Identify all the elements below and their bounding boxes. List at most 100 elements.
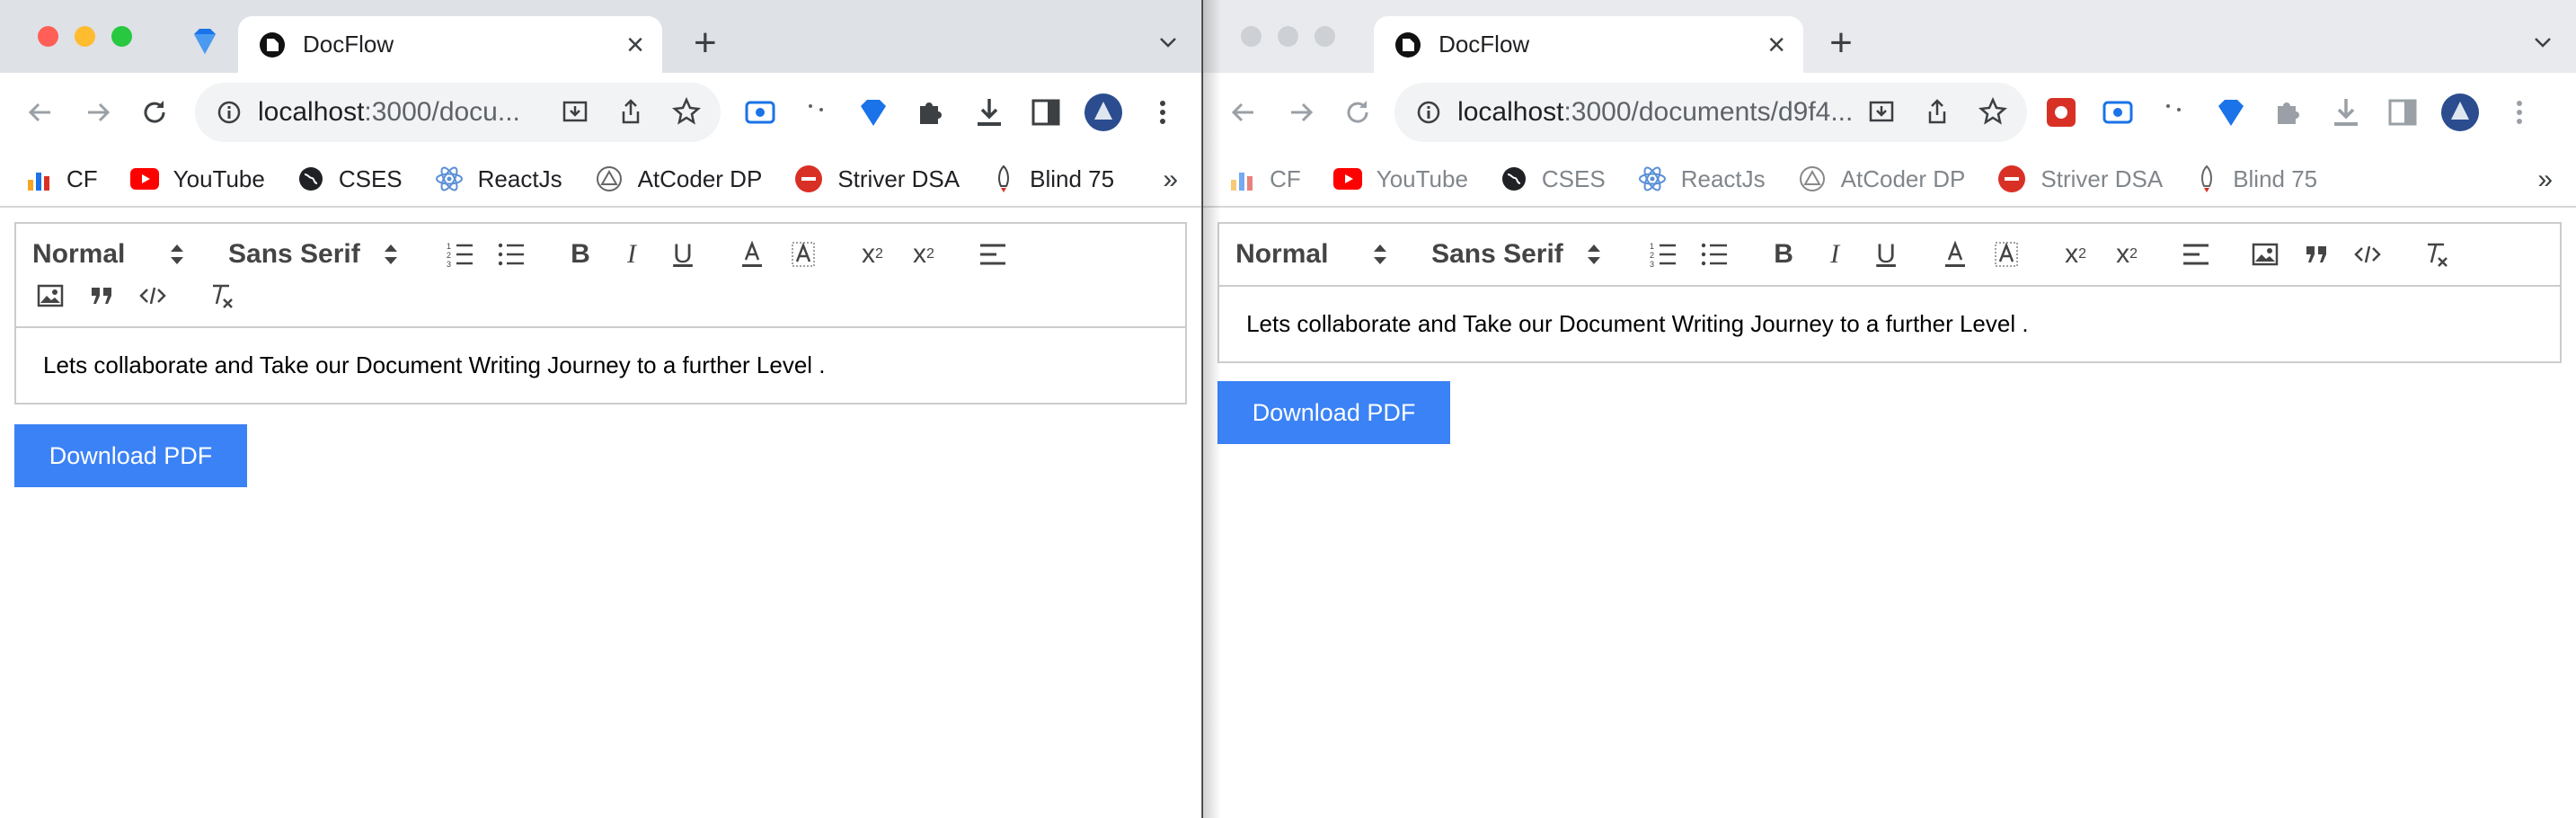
editor-content[interactable]: Lets collaborate and Take our Document W… xyxy=(16,328,1185,403)
profile-avatar[interactable] xyxy=(2440,93,2480,132)
superscript-button[interactable]: x2 xyxy=(2109,236,2145,272)
subscript-button[interactable]: x2 xyxy=(2058,236,2094,272)
bookmark-youtube[interactable]: YouTube xyxy=(1332,165,1468,193)
forward-arrow-icon[interactable] xyxy=(1284,95,1318,129)
tab-search-chevron-icon[interactable] xyxy=(1158,32,1178,52)
clear-formatting-icon[interactable] xyxy=(2419,236,2455,272)
ordered-list-icon[interactable]: 123 xyxy=(442,236,478,272)
text-color-icon[interactable] xyxy=(734,236,770,272)
bookmark-striver-dsa[interactable]: Striver DSA xyxy=(794,164,960,193)
diamond-extension-icon[interactable] xyxy=(2214,95,2248,129)
bookmark-cses[interactable]: CSES xyxy=(297,165,403,193)
ordered-list-icon[interactable]: 123 xyxy=(1645,236,1681,272)
address-bar[interactable]: localhost:3000/docu... xyxy=(195,83,721,142)
extensions-puzzle-icon[interactable] xyxy=(913,95,947,129)
profile-avatar[interactable] xyxy=(1084,93,1123,132)
minimize-window-button[interactable] xyxy=(75,26,95,47)
side-panel-icon[interactable] xyxy=(2386,95,2420,129)
bookmark-blind-75[interactable]: Blind 75 xyxy=(2195,164,2317,193)
editor-content[interactable]: Lets collaborate and Take our Document W… xyxy=(1219,287,2560,361)
downloads-icon[interactable] xyxy=(2329,95,2363,129)
diamond-extension-icon[interactable] xyxy=(856,95,890,129)
align-left-icon[interactable] xyxy=(2178,236,2214,272)
image-icon[interactable] xyxy=(32,278,68,314)
bookmark-blind-75[interactable]: Blind 75 xyxy=(992,164,1114,193)
screen-record-extension-icon[interactable] xyxy=(2101,95,2135,129)
reload-icon[interactable] xyxy=(1341,95,1375,129)
bookmark-atcoder-dp[interactable]: AtCoder DP xyxy=(1798,164,1965,193)
bookmark-cf[interactable]: CF xyxy=(1228,165,1301,193)
blockquote-icon[interactable] xyxy=(2298,236,2334,272)
bookmark-cf[interactable]: CF xyxy=(25,165,98,193)
back-arrow-icon[interactable] xyxy=(1226,95,1261,129)
maximize-window-button[interactable] xyxy=(1315,26,1336,47)
close-window-button[interactable] xyxy=(38,26,58,47)
tab-search-chevron-icon[interactable] xyxy=(2533,32,2553,52)
text-color-icon[interactable] xyxy=(1937,236,1973,272)
code-block-icon[interactable] xyxy=(2350,236,2386,272)
bold-button[interactable]: B xyxy=(562,236,598,272)
new-tab-button[interactable]: + xyxy=(1829,23,1853,63)
download-pdf-button[interactable]: Download PDF xyxy=(14,424,247,487)
diamond-icon[interactable] xyxy=(189,25,221,58)
menu-kebab-icon[interactable] xyxy=(1146,95,1180,129)
header-picker[interactable]: Normal xyxy=(32,239,183,270)
bold-button[interactable]: B xyxy=(1766,236,1801,272)
more-bookmarks-icon[interactable]: » xyxy=(2537,164,2553,195)
install-app-icon[interactable] xyxy=(1867,97,1896,126)
menu-kebab-icon[interactable] xyxy=(2502,95,2536,129)
blockquote-icon[interactable] xyxy=(84,278,120,314)
bullet-list-icon[interactable] xyxy=(1696,236,1732,272)
bookmark-atcoder-dp[interactable]: AtCoder DP xyxy=(595,164,762,193)
tab-docflow[interactable]: DocFlow × xyxy=(238,16,662,73)
bookmark-cses[interactable]: CSES xyxy=(1500,165,1606,193)
download-pdf-button[interactable]: Download PDF xyxy=(1217,381,1451,444)
font-picker[interactable]: Sans Serif xyxy=(228,239,397,270)
site-info-icon[interactable] xyxy=(1416,100,1441,125)
image-icon[interactable] xyxy=(2247,236,2283,272)
background-color-icon[interactable] xyxy=(1988,236,2024,272)
extensions-puzzle-icon[interactable] xyxy=(2271,95,2305,129)
bullet-list-icon[interactable] xyxy=(493,236,529,272)
dots-extension-icon[interactable] xyxy=(800,95,834,129)
install-app-icon[interactable] xyxy=(561,97,589,126)
italic-button[interactable]: I xyxy=(1817,236,1853,272)
code-block-icon[interactable] xyxy=(135,278,171,314)
bookmark-star-icon[interactable] xyxy=(1978,97,2008,126)
bookmark-star-icon[interactable] xyxy=(672,97,701,126)
underline-button[interactable]: U xyxy=(665,236,701,272)
share-icon[interactable] xyxy=(616,97,645,126)
bookmark-reactjs[interactable]: ReactJs xyxy=(1638,164,1766,193)
clear-formatting-icon[interactable] xyxy=(204,278,240,314)
italic-button[interactable]: I xyxy=(614,236,650,272)
maximize-window-button[interactable] xyxy=(111,26,132,47)
minimize-window-button[interactable] xyxy=(1278,26,1299,47)
background-color-icon[interactable] xyxy=(785,236,821,272)
header-picker[interactable]: Normal xyxy=(1235,239,1387,270)
align-left-icon[interactable] xyxy=(975,236,1011,272)
screen-record-extension-icon[interactable] xyxy=(743,95,777,129)
close-window-button[interactable] xyxy=(1241,26,1262,47)
mindmap-extension-icon[interactable] xyxy=(2044,95,2078,129)
superscript-button[interactable]: x2 xyxy=(906,236,942,272)
dots-extension-icon[interactable] xyxy=(2157,95,2191,129)
font-picker[interactable]: Sans Serif xyxy=(1431,239,1601,270)
bookmark-reactjs[interactable]: ReactJs xyxy=(435,164,562,193)
more-bookmarks-icon[interactable]: » xyxy=(1163,164,1178,195)
side-panel-icon[interactable] xyxy=(1029,95,1063,129)
underline-button[interactable]: U xyxy=(1868,236,1904,272)
address-bar[interactable]: localhost:3000/documents/d9f4... xyxy=(1394,83,2028,142)
forward-arrow-icon[interactable] xyxy=(81,95,115,129)
site-info-icon[interactable] xyxy=(217,100,242,125)
new-tab-button[interactable]: + xyxy=(694,23,717,63)
subscript-button[interactable]: x2 xyxy=(854,236,890,272)
back-arrow-icon[interactable] xyxy=(23,95,58,129)
close-tab-icon[interactable]: × xyxy=(1767,30,1785,60)
share-icon[interactable] xyxy=(1923,97,1952,126)
tab-docflow[interactable]: DocFlow × xyxy=(1374,16,1804,73)
close-tab-icon[interactable]: × xyxy=(626,30,644,60)
reload-icon[interactable] xyxy=(137,95,172,129)
downloads-icon[interactable] xyxy=(972,95,1006,129)
bookmark-youtube[interactable]: YouTube xyxy=(129,165,265,193)
bookmark-striver-dsa[interactable]: Striver DSA xyxy=(1997,164,2163,193)
